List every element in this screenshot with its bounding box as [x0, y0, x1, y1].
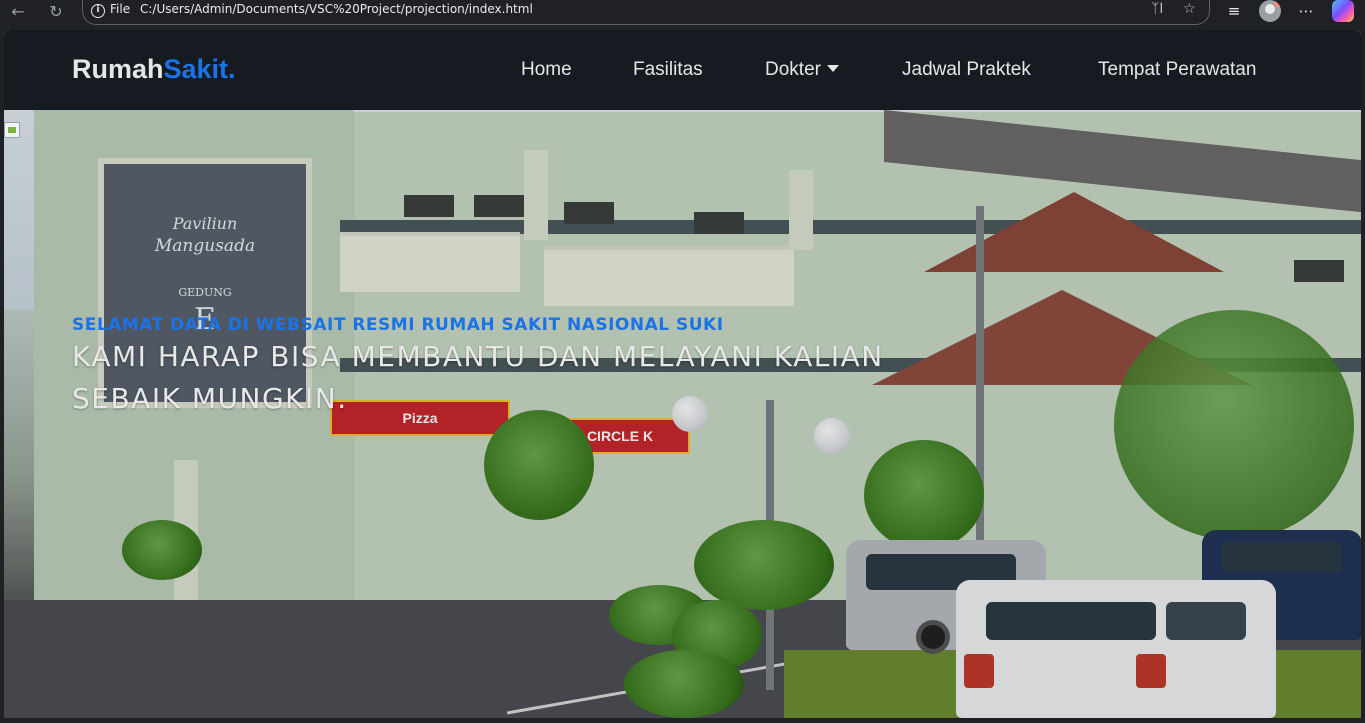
caret-down-icon	[826, 65, 839, 72]
favorite-star-icon[interactable]: ☆	[1183, 1, 1196, 17]
hero-subtitle: SELAMAT DATA DI WEBSAIT RESMI RUMAH SAKI…	[72, 315, 724, 335]
info-icon[interactable]: i	[91, 4, 105, 18]
browser-toolbar: ← ↻ i File C:/Users/Admin/Documents/VSC%…	[0, 0, 1365, 25]
page-viewport: RumahSakit. Home Fasilitas Dokter Jadwal…	[4, 30, 1361, 718]
broken-image-icon	[4, 122, 20, 138]
site-logo[interactable]: RumahSakit.	[72, 54, 236, 85]
address-bar[interactable]: i File C:/Users/Admin/Documents/VSC%20Pr…	[82, 0, 1210, 25]
copilot-icon[interactable]	[1332, 0, 1354, 22]
back-icon[interactable]: ←	[8, 2, 28, 22]
file-label: File	[110, 2, 131, 16]
nav-fasilitas[interactable]: Fasilitas	[633, 59, 703, 81]
logo-accent: Sakit.	[163, 54, 236, 84]
nav-dokter[interactable]: Dokter	[765, 59, 839, 81]
notification-dot	[1274, 0, 1281, 7]
nav-home[interactable]: Home	[521, 59, 572, 81]
hero-title: KAMI HARAP BISA MEMBANTU DAN MELAYANI KA…	[72, 340, 884, 415]
nav-jadwal-praktek[interactable]: Jadwal Praktek	[902, 59, 1031, 81]
nav-dokter-label: Dokter	[765, 59, 821, 80]
url-text[interactable]: C:/Users/Admin/Documents/VSC%20Project/p…	[140, 2, 533, 16]
logo-main: Rumah	[72, 54, 164, 84]
reload-icon[interactable]: ↻	[46, 2, 66, 22]
profile-avatar[interactable]	[1259, 0, 1281, 22]
hero-section: Paviliun Mangusada GEDUNG E Pizza CIRCLE…	[4, 110, 1361, 718]
read-aloud-icon[interactable]: ᛉا	[1151, 1, 1163, 17]
more-menu-icon[interactable]: ⋯	[1294, 0, 1318, 24]
collections-icon[interactable]: ≡	[1222, 0, 1246, 24]
site-navbar: RumahSakit. Home Fasilitas Dokter Jadwal…	[4, 30, 1361, 110]
nav-tempat-perawatan[interactable]: Tempat Perawatan	[1098, 59, 1256, 81]
